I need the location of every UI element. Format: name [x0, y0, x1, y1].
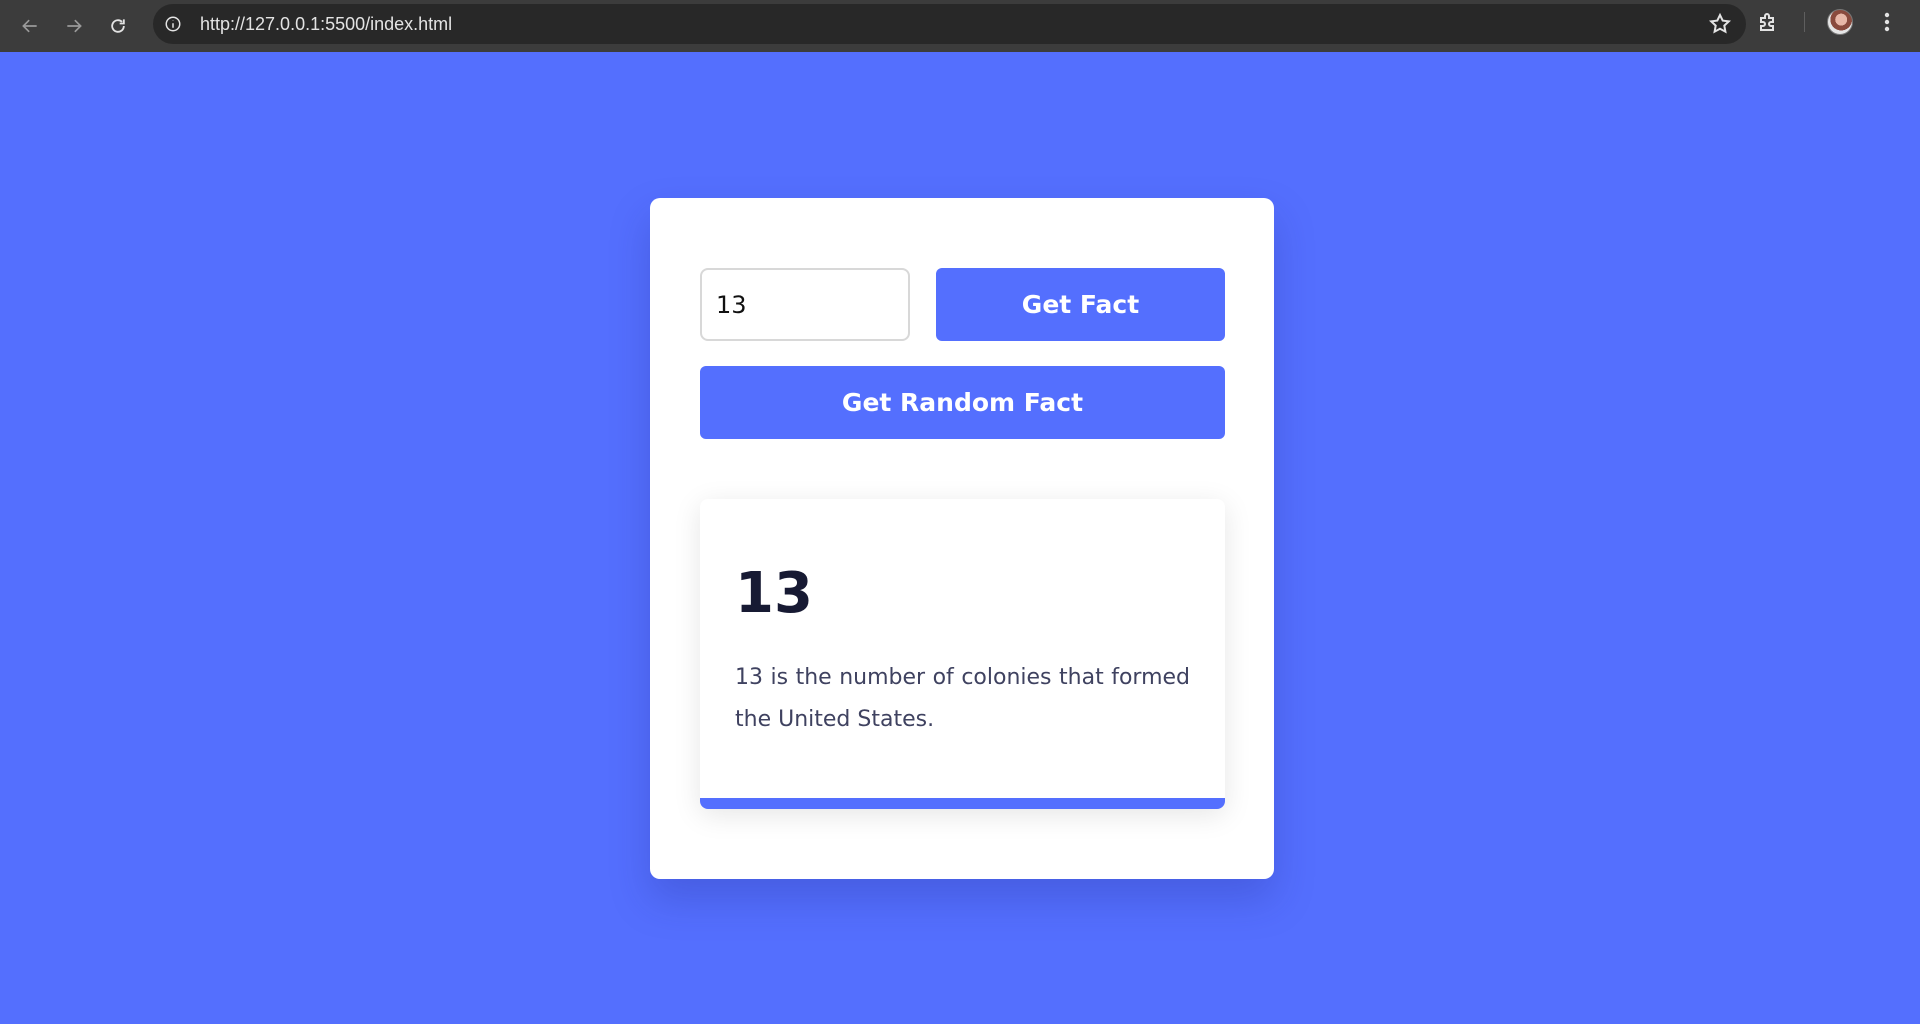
back-button[interactable] [8, 4, 52, 48]
forward-button[interactable] [52, 4, 96, 48]
get-fact-button[interactable]: Get Fact [936, 268, 1225, 341]
address-bar[interactable]: http://127.0.0.1:5500/index.html [153, 4, 1746, 44]
reload-button[interactable] [96, 4, 140, 48]
get-random-fact-button[interactable]: Get Random Fact [700, 366, 1225, 439]
fact-result: 13 13 is the number of colonies that for… [700, 499, 1225, 809]
toolbar-right [1756, 0, 1897, 44]
avatar[interactable] [1827, 9, 1853, 35]
url-text[interactable]: http://127.0.0.1:5500/index.html [200, 14, 452, 35]
fact-number: 13 [735, 561, 813, 626]
forward-arrow-icon [67, 19, 82, 33]
site-info-icon [165, 16, 181, 32]
toolbar-divider [1804, 12, 1805, 32]
extensions-icon[interactable] [1756, 10, 1780, 34]
back-arrow-icon [22, 19, 37, 33]
menu-dots-icon[interactable] [1877, 10, 1897, 34]
fact-card: Get Fact Get Random Fact 13 13 is the nu… [650, 198, 1274, 879]
number-input[interactable] [700, 268, 910, 341]
star-icon[interactable] [1708, 12, 1732, 36]
site-info-button[interactable] [156, 7, 190, 41]
fact-accent-bar [700, 798, 1225, 809]
browser-toolbar: http://127.0.0.1:5500/index.html [0, 0, 1920, 52]
reload-icon [111, 19, 125, 33]
fact-text: 13 is the number of colonies that formed… [735, 665, 1190, 732]
